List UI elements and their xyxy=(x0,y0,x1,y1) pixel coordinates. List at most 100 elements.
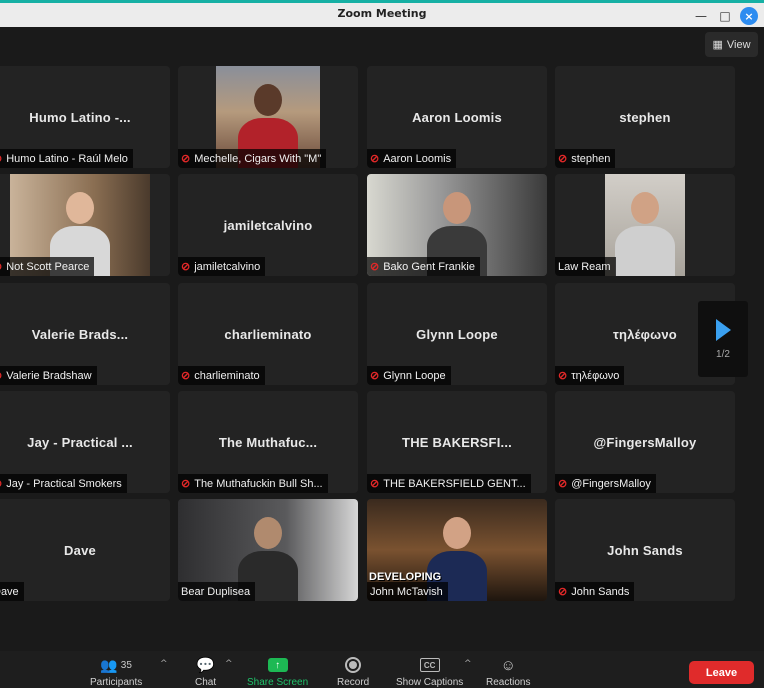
participant-tile[interactable]: Law Ream xyxy=(555,174,735,276)
participant-tile[interactable]: DEVELOPING John McTavish xyxy=(367,499,547,601)
participant-tile[interactable]: John Sands ⊘ John Sands xyxy=(555,499,735,601)
participant-name: Jay - Practical Smokers xyxy=(6,477,122,490)
grid-icon: ▦ xyxy=(712,39,723,51)
mic-muted-icon: ⊘ xyxy=(370,478,380,490)
participant-name-label: ⊘ Glynn Loope xyxy=(367,366,451,385)
participant-name: τηλέφωνο xyxy=(571,369,620,382)
participant-name-label: Dave xyxy=(0,582,24,601)
participant-tile[interactable]: Aaron Loomis ⊘ Aaron Loomis xyxy=(367,66,547,168)
mic-muted-icon: ⊘ xyxy=(370,261,380,273)
participant-name: THE BAKERSFIELD GENT... xyxy=(383,477,526,490)
page-indicator: 1/2 xyxy=(716,348,730,360)
reactions-label: Reactions xyxy=(486,677,531,688)
participant-name: @FingersMalloy xyxy=(571,477,651,490)
chat-button[interactable]: 💬 Chat xyxy=(195,655,216,688)
participant-tile[interactable]: Jay - Practical ...⊘Jay - Practical Smok… xyxy=(0,391,170,493)
show-captions-button[interactable]: CC Show Captions xyxy=(396,655,463,688)
mic-muted-icon: ⊘ xyxy=(0,477,2,490)
participant-tile[interactable]: The Muthafuc... ⊘ The Muthafuckin Bull Sh.… xyxy=(178,391,358,493)
participant-name: Not Scott Pearce xyxy=(6,260,90,273)
person-head xyxy=(631,192,659,224)
participant-name: Bear Duplisea xyxy=(181,585,251,598)
mic-muted-icon: ⊘ xyxy=(181,478,191,490)
participant-name-label: ⊘ @FingersMalloy xyxy=(555,474,656,493)
participant-name: charlieminato xyxy=(194,369,260,382)
participant-tile[interactable]: stephen ⊘ stephen xyxy=(555,66,735,168)
record-button[interactable]: Record xyxy=(337,655,369,688)
participant-tile[interactable]: jamiletcalvino ⊘ jamiletcalvino xyxy=(178,174,358,276)
participant-name-label: ⊘ Mechelle, Cigars With "M" xyxy=(178,149,327,168)
participant-name-label: ⊘ Not Scott Pearce xyxy=(0,257,95,276)
reactions-button[interactable]: ☺ Reactions xyxy=(486,655,530,688)
maximize-icon[interactable]: □ xyxy=(716,7,734,25)
participant-name: Humo Latino - Raúl Melo xyxy=(6,152,128,165)
chat-caret-icon[interactable]: ^ xyxy=(225,659,233,669)
participant-name: Glynn Loope xyxy=(383,369,446,382)
person-body xyxy=(615,226,675,276)
person-head xyxy=(443,192,471,224)
mic-muted-icon: ⊘ xyxy=(558,153,568,165)
cc-icon: CC xyxy=(419,658,440,672)
participant-name-label: ⊘ Humo Latino - Raúl Melo xyxy=(0,149,133,168)
participant-tile[interactable]: THE BAKERSFI... ⊘ THE BAKERSFIELD GENT... xyxy=(367,391,547,493)
participant-name: The Muthafuckin Bull Sh... xyxy=(194,477,323,490)
participants-button[interactable]: 👥 35 Participants xyxy=(90,655,142,688)
mic-muted-icon: ⊘ xyxy=(0,369,2,382)
window-title: Zoom Meeting xyxy=(337,7,427,20)
reactions-icon: ☺ xyxy=(500,656,516,674)
participant-tile[interactable]: charlieminato ⊘ charlieminato xyxy=(178,283,358,385)
mic-muted-icon: ⊘ xyxy=(181,370,191,382)
participant-tile[interactable]: ⊘ Bako Gent Frankie xyxy=(367,174,547,276)
participant-name: Law Ream xyxy=(558,260,611,273)
mic-muted-icon: ⊘ xyxy=(558,586,568,598)
zoom-meeting-window: Zoom Meeting — □ × ▦ View Humo Latino -.… xyxy=(0,0,764,688)
share-screen-button[interactable]: ↑ Share Screen xyxy=(247,655,308,688)
next-page-button[interactable]: 1/2 xyxy=(698,301,748,377)
view-button[interactable]: ▦ View xyxy=(705,32,758,57)
mic-muted-icon: ⊘ xyxy=(370,153,380,165)
minimize-icon[interactable]: — xyxy=(692,7,710,25)
person-head xyxy=(254,84,282,116)
captions-caret-icon[interactable]: ^ xyxy=(464,659,472,669)
participant-name-label: ⊘ John Sands xyxy=(555,582,635,601)
participant-tile[interactable]: ⊘ Not Scott Pearce xyxy=(0,174,170,276)
participant-name-label: ⊘ stephen xyxy=(555,149,616,168)
participants-caret-icon[interactable]: ^ xyxy=(160,659,168,669)
mic-muted-icon: ⊘ xyxy=(181,153,191,165)
participant-name: Dave xyxy=(0,585,19,598)
chat-label: Chat xyxy=(195,677,217,688)
participant-name: Valerie Bradshaw xyxy=(6,369,92,382)
participant-name-label: Law Ream xyxy=(555,257,616,276)
participant-name-label: ⊘ τηλέφωνο xyxy=(555,366,625,385)
mic-muted-icon: ⊘ xyxy=(370,370,380,382)
chevron-right-icon xyxy=(715,318,731,341)
participant-video xyxy=(605,174,685,276)
participant-name-label: ⊘ Valerie Bradshaw xyxy=(0,366,97,385)
mic-muted-icon: ⊘ xyxy=(0,260,2,273)
participant-tile[interactable]: Glynn Loope ⊘ Glynn Loope xyxy=(367,283,547,385)
person-head xyxy=(254,517,282,549)
participant-name: John McTavish xyxy=(370,585,443,598)
participant-name-label: Bear Duplisea xyxy=(178,582,256,601)
participant-name: jamiletcalvino xyxy=(194,260,261,273)
participant-tile[interactable]: Valerie Brads...⊘Valerie Bradshaw xyxy=(0,283,170,385)
participant-tile[interactable]: Dave Dave xyxy=(0,499,170,601)
participant-tile[interactable]: @FingersMalloy ⊘ @FingersMalloy xyxy=(555,391,735,493)
participant-name: Bako Gent Frankie xyxy=(383,260,475,273)
participant-name-label: ⊘ THE BAKERSFIELD GENT... xyxy=(367,474,531,493)
mic-muted-icon: ⊘ xyxy=(0,152,2,165)
meeting-toolbar: 👥 35 Participants ^ 💬 Chat ^ ↑ Share Scre… xyxy=(0,651,764,688)
participant-tile[interactable]: Humo Latino -...⊘Humo Latino - Raúl Melo xyxy=(0,66,170,168)
person-head xyxy=(443,517,471,549)
participant-tile[interactable]: ⊘ Mechelle, Cigars With "M" xyxy=(178,66,358,168)
close-icon[interactable]: × xyxy=(740,7,758,25)
mic-muted-icon: ⊘ xyxy=(181,261,191,273)
title-bar: Zoom Meeting — □ × xyxy=(0,0,764,27)
participant-name-display: Dave xyxy=(64,542,96,558)
participant-name-label: ⊘ Aaron Loomis xyxy=(367,149,457,168)
participant-name-label: John McTavish xyxy=(367,582,448,601)
leave-button[interactable]: Leave xyxy=(689,661,754,684)
mic-muted-icon: ⊘ xyxy=(558,370,568,382)
share-screen-label: Share Screen xyxy=(247,677,309,688)
participant-tile[interactable]: Bear Duplisea xyxy=(178,499,358,601)
